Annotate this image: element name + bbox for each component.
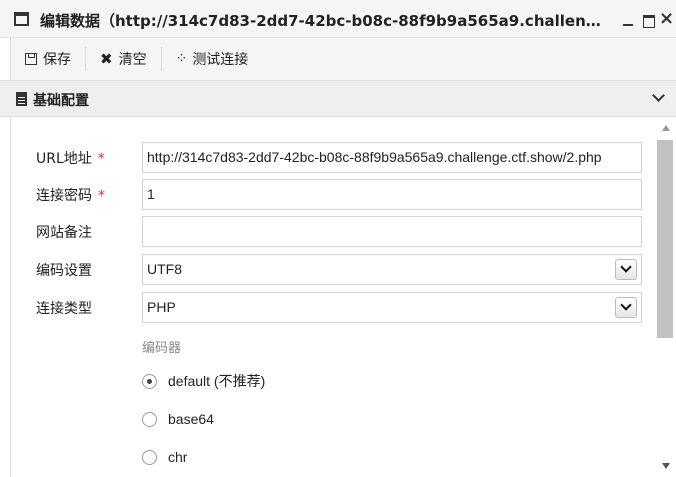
scrollbar-thumb[interactable] bbox=[657, 140, 673, 338]
encoding-label: 编码设置 bbox=[36, 263, 92, 279]
url-row: URL地址 * http://314c7d83-2dd7-42bc-b08c-88… bbox=[11, 142, 657, 174]
required-mark: * bbox=[97, 151, 105, 167]
window-title: 编辑数据（http://314c7d83-2dd7-42bc-b08c-88f9… bbox=[40, 12, 610, 30]
panel-title: 基础配置 bbox=[33, 93, 89, 109]
chevron-down-icon[interactable] bbox=[652, 91, 666, 105]
encoding-selected-value: UTF8 bbox=[147, 261, 182, 277]
scrollbar[interactable] bbox=[656, 118, 676, 477]
test-connection-button[interactable]: ⁘ 测试连接 bbox=[162, 44, 263, 74]
encoding-select[interactable]: UTF8 bbox=[142, 254, 642, 285]
encoder-option-base64[interactable]: base64 bbox=[142, 408, 214, 430]
form-area: URL地址 * http://314c7d83-2dd7-42bc-b08c-88… bbox=[10, 118, 656, 477]
encoder-option-default[interactable]: default (不推荐) bbox=[142, 370, 265, 392]
password-label: 连接密码 * bbox=[36, 188, 105, 204]
radio-button[interactable] bbox=[142, 373, 157, 389]
radio-button[interactable] bbox=[142, 411, 157, 427]
close-icon[interactable]: × bbox=[659, 10, 675, 28]
window-titlebar[interactable]: 编辑数据（http://314c7d83-2dd7-42bc-b08c-88f9… bbox=[0, 0, 676, 38]
toolbar: 保存 ✖ 清空 ⁘ 测试连接 bbox=[10, 38, 676, 80]
radio-label: chr bbox=[168, 449, 188, 465]
maximize-icon[interactable] bbox=[640, 10, 656, 28]
note-input[interactable] bbox=[142, 216, 642, 247]
radio-label: base64 bbox=[168, 411, 214, 427]
radio-button[interactable] bbox=[142, 449, 157, 465]
clear-label: 清空 bbox=[118, 52, 147, 68]
note-row: 网站备注 bbox=[11, 216, 657, 248]
clear-button[interactable]: ✖ 清空 bbox=[86, 44, 161, 74]
type-label: 连接类型 bbox=[36, 301, 92, 317]
password-input[interactable]: 1 bbox=[142, 179, 642, 210]
url-label: URL地址 * bbox=[36, 151, 105, 167]
scroll-down-arrow-icon[interactable] bbox=[662, 463, 670, 469]
encoding-row: 编码设置 UTF8 bbox=[11, 254, 657, 286]
type-select[interactable]: PHP bbox=[142, 292, 642, 323]
chevron-down-icon[interactable] bbox=[615, 297, 637, 318]
encoder-option-chr[interactable]: chr bbox=[142, 446, 187, 468]
spinner-icon: ⁘ bbox=[175, 51, 188, 67]
save-button[interactable]: 保存 bbox=[11, 44, 85, 74]
type-row: 连接类型 PHP bbox=[11, 292, 657, 324]
window-icon bbox=[14, 12, 29, 26]
password-row: 连接密码 * 1 bbox=[11, 179, 657, 211]
note-label: 网站备注 bbox=[36, 225, 92, 241]
save-icon bbox=[25, 53, 37, 65]
scroll-up-arrow-icon[interactable] bbox=[662, 125, 670, 131]
chevron-down-icon[interactable] bbox=[615, 259, 637, 280]
save-label: 保存 bbox=[43, 52, 71, 68]
type-selected-value: PHP bbox=[147, 299, 176, 315]
radio-label: default (不推荐) bbox=[168, 373, 266, 389]
required-mark: * bbox=[98, 188, 105, 204]
panel-header[interactable]: 基础配置 bbox=[0, 80, 676, 117]
clear-icon: ✖ bbox=[100, 50, 113, 68]
document-icon bbox=[16, 92, 27, 106]
test-connection-label: 测试连接 bbox=[192, 52, 249, 68]
encoder-group-label: 编码器 bbox=[142, 341, 182, 356]
minimize-icon[interactable] bbox=[620, 10, 636, 28]
url-input[interactable]: http://314c7d83-2dd7-42bc-b08c-88f9b9a56… bbox=[142, 142, 642, 173]
